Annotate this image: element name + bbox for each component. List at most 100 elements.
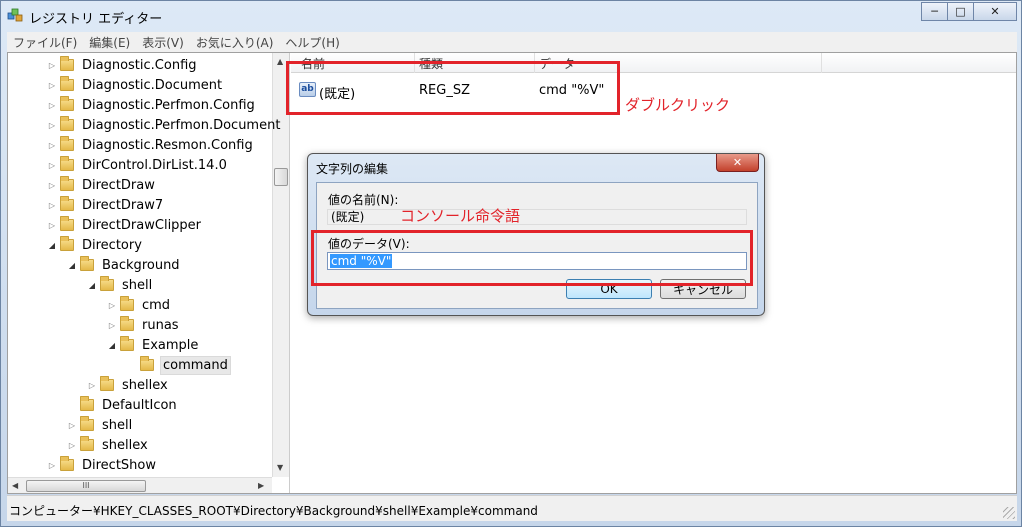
folder-icon bbox=[60, 56, 74, 71]
annotation-highlight-data-field bbox=[311, 230, 753, 286]
dialog-title: 文字列の編集 bbox=[316, 162, 389, 176]
value-name-label: 値の名前(N): bbox=[328, 193, 399, 207]
tree-item[interactable]: ▷ DirectDraw7 bbox=[46, 195, 165, 215]
tree-item-label: Background bbox=[102, 257, 180, 273]
annotation-double-click: ダブルクリック bbox=[625, 96, 731, 114]
folder-icon bbox=[60, 76, 74, 91]
scroll-down-icon[interactable]: ▼ bbox=[277, 463, 283, 472]
menu-bar: ファイル(F) 編集(E) 表示(V) お気に入り(A) ヘルプ(H) bbox=[7, 32, 1017, 52]
expand-arrow-icon[interactable]: ▷ bbox=[106, 321, 118, 330]
expand-arrow-icon[interactable]: ▷ bbox=[46, 121, 58, 130]
column-separator[interactable] bbox=[821, 53, 822, 73]
tree-item-label: Diagnostic.Resmon.Config bbox=[82, 137, 253, 153]
tree-item[interactable]: ▷ Diagnostic.Config bbox=[46, 55, 199, 75]
collapse-arrow-icon[interactable]: ◢ bbox=[66, 261, 78, 270]
scroll-left-icon[interactable]: ◀ bbox=[12, 481, 18, 490]
tree-item[interactable]: ▷ runas bbox=[106, 315, 181, 335]
tree-item[interactable]: ◢ Directory bbox=[46, 235, 144, 255]
tree-item[interactable]: command bbox=[126, 355, 231, 375]
folder-icon bbox=[140, 356, 154, 371]
tree-item[interactable]: ▷ Diagnostic.Document bbox=[46, 75, 224, 95]
folder-icon bbox=[60, 116, 74, 131]
folder-icon bbox=[60, 196, 74, 211]
folder-icon bbox=[60, 236, 74, 251]
tree-item-label: DirectShow bbox=[82, 457, 157, 473]
tree-item[interactable]: ▷ Diagnostic.Perfmon.Document bbox=[46, 115, 282, 135]
tree-item-label: DirControl.DirList.14.0 bbox=[82, 157, 227, 173]
collapse-arrow-icon[interactable]: ◢ bbox=[86, 281, 98, 290]
registry-editor-window: レジストリ エディター ─ □ ✕ ファイル(F) 編集(E) 表示(V) お気… bbox=[0, 0, 1022, 527]
dialog-close-button[interactable]: ✕ bbox=[716, 154, 759, 172]
status-bar: コンピューター¥HKEY_CLASSES_ROOT¥Directory¥Back… bbox=[7, 495, 1017, 521]
tree-item-label: DirectDraw7 bbox=[82, 197, 164, 213]
menu-favorites[interactable]: お気に入り(A) bbox=[190, 34, 280, 51]
tree-scroll-thumb[interactable] bbox=[274, 168, 288, 186]
tree-item-label: Directory bbox=[82, 237, 142, 253]
collapse-arrow-icon[interactable]: ◢ bbox=[46, 241, 58, 250]
expand-arrow-icon[interactable]: ▷ bbox=[46, 161, 58, 170]
expand-arrow-icon[interactable]: ▷ bbox=[46, 81, 58, 90]
folder-icon bbox=[100, 376, 114, 391]
tree-item-label: shellex bbox=[102, 437, 148, 453]
expand-arrow-icon[interactable]: ▷ bbox=[46, 61, 58, 70]
folder-icon bbox=[120, 316, 134, 331]
folder-icon bbox=[120, 336, 134, 351]
value-name-text: (既定) bbox=[331, 210, 365, 224]
tree-item[interactable]: ◢ Example bbox=[106, 335, 200, 355]
folder-icon bbox=[80, 436, 94, 451]
tree-item-label: Diagnostic.Config bbox=[82, 57, 197, 73]
close-button[interactable]: ✕ bbox=[973, 2, 1017, 21]
tree-item[interactable]: ▷ shellex bbox=[66, 435, 150, 455]
folder-icon bbox=[80, 256, 94, 271]
tree-item[interactable]: ▷ Diagnostic.Perfmon.Config bbox=[46, 95, 257, 115]
tree-item-label: shell bbox=[102, 417, 133, 433]
tree-item-label: runas bbox=[142, 317, 179, 333]
title-bar[interactable]: レジストリ エディター ─ □ ✕ bbox=[1, 1, 1021, 31]
expand-arrow-icon[interactable]: ▷ bbox=[46, 201, 58, 210]
scroll-up-icon[interactable]: ▲ bbox=[277, 57, 283, 66]
tree-hscroll-thumb[interactable]: III bbox=[26, 480, 146, 492]
tree-horizontal-scrollbar[interactable]: ◀ III ▶ bbox=[8, 477, 272, 493]
maximize-button[interactable]: □ bbox=[947, 2, 974, 21]
folder-icon bbox=[60, 136, 74, 151]
tree-item[interactable]: ▷ DirControl.DirList.14.0 bbox=[46, 155, 229, 175]
tree-item-label: shell bbox=[122, 277, 153, 293]
expand-arrow-icon[interactable]: ▷ bbox=[106, 301, 118, 310]
expand-arrow-icon[interactable]: ▷ bbox=[46, 101, 58, 110]
annotation-highlight-value-row bbox=[286, 61, 620, 115]
window-title: レジストリ エディター bbox=[29, 12, 163, 27]
status-path: コンピューター¥HKEY_CLASSES_ROOT¥Directory¥Back… bbox=[9, 504, 538, 518]
menu-edit[interactable]: 編集(E) bbox=[83, 34, 136, 51]
tree-item[interactable]: DefaultIcon bbox=[66, 395, 179, 415]
annotation-console-command: コンソール命令語 bbox=[400, 207, 521, 225]
tree-item[interactable]: ▷ shell bbox=[66, 415, 134, 435]
expand-arrow-icon[interactable]: ▷ bbox=[46, 461, 58, 470]
tree-item-label: DirectDraw bbox=[82, 177, 155, 193]
tree-item[interactable]: ▷ DirectShow bbox=[46, 455, 158, 475]
expand-arrow-icon[interactable]: ▷ bbox=[46, 181, 58, 190]
expand-arrow-icon[interactable]: ▷ bbox=[66, 441, 78, 450]
resize-grip-icon[interactable] bbox=[1003, 507, 1015, 519]
tree-item-label: Diagnostic.Perfmon.Document bbox=[82, 117, 281, 133]
tree-item[interactable]: ▷ DirectDraw bbox=[46, 175, 157, 195]
menu-view[interactable]: 表示(V) bbox=[136, 34, 190, 51]
tree-item[interactable]: ▷ DirectDrawClipper bbox=[46, 215, 203, 235]
tree-item[interactable]: ▷ Diagnostic.Resmon.Config bbox=[46, 135, 255, 155]
tree-item[interactable]: ◢ shell bbox=[86, 275, 154, 295]
expand-arrow-icon[interactable]: ▷ bbox=[66, 421, 78, 430]
tree-item[interactable]: ▷ shellex bbox=[86, 375, 170, 395]
expand-arrow-icon[interactable]: ▷ bbox=[86, 381, 98, 390]
menu-help[interactable]: ヘルプ(H) bbox=[279, 34, 345, 51]
tree-item-label: Diagnostic.Document bbox=[82, 77, 223, 93]
folder-icon bbox=[80, 396, 94, 411]
folder-icon bbox=[100, 276, 114, 291]
collapse-arrow-icon[interactable]: ◢ bbox=[106, 341, 118, 350]
tree-item[interactable]: ▷ cmd bbox=[106, 295, 172, 315]
minimize-button[interactable]: ─ bbox=[921, 2, 948, 21]
expand-arrow-icon[interactable]: ▷ bbox=[46, 141, 58, 150]
window-controls: ─ □ ✕ bbox=[921, 2, 1017, 21]
scroll-right-icon[interactable]: ▶ bbox=[258, 481, 264, 490]
menu-file[interactable]: ファイル(F) bbox=[7, 34, 83, 51]
tree-item[interactable]: ◢ Background bbox=[66, 255, 182, 275]
expand-arrow-icon[interactable]: ▷ bbox=[46, 221, 58, 230]
